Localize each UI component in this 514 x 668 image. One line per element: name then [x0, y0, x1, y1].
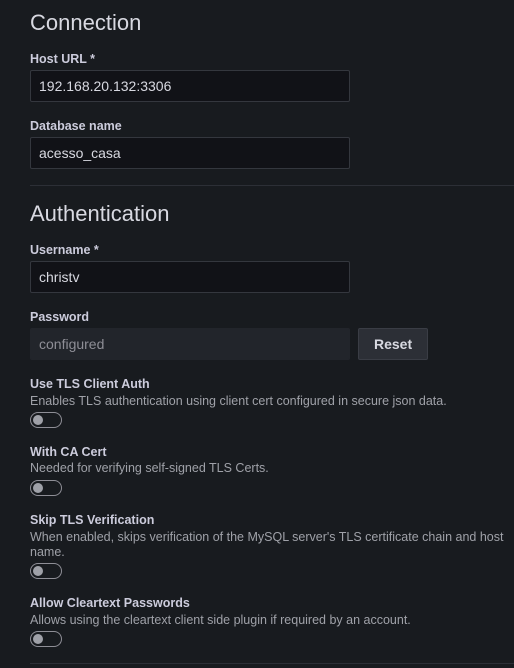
- tls-client-auth-description: Enables TLS authentication using client …: [30, 394, 447, 408]
- skip-tls-verification-label: Skip TLS Verification: [30, 513, 155, 527]
- username-input[interactable]: christv: [30, 261, 350, 293]
- connection-section-title: Connection: [30, 10, 142, 35]
- skip-tls-verification-toggle[interactable]: [30, 563, 62, 579]
- toggle-knob: [33, 634, 43, 644]
- host-url-label: Host URL *: [30, 52, 96, 66]
- ca-cert-description: Needed for verifying self-signed TLS Cer…: [30, 461, 269, 475]
- reset-password-button[interactable]: Reset: [358, 328, 429, 360]
- skip-tls-verification-description: When enabled, skips verification of the …: [30, 530, 504, 559]
- host-url-input[interactable]: 192.168.20.132:3306: [30, 70, 350, 102]
- toggle-knob: [33, 566, 43, 576]
- authentication-section-title: Authentication: [30, 201, 170, 226]
- database-name-label: Database name: [30, 119, 122, 133]
- ca-cert-toggle[interactable]: [30, 480, 62, 496]
- cleartext-passwords-description: Allows using the cleartext client side p…: [30, 613, 411, 627]
- tls-client-auth-toggle[interactable]: [30, 412, 62, 428]
- toggle-knob: [33, 415, 43, 425]
- ca-cert-label: With CA Cert: [30, 445, 107, 459]
- datasource-settings-page: Connection Host URL * 192.168.20.132:330…: [0, 0, 514, 668]
- section-divider: [30, 185, 514, 186]
- tls-client-auth-label: Use TLS Client Auth: [30, 377, 150, 391]
- password-input[interactable]: configured: [30, 328, 350, 360]
- cleartext-passwords-label: Allow Cleartext Passwords: [30, 596, 190, 610]
- bottom-divider: [30, 663, 514, 664]
- cleartext-passwords-toggle[interactable]: [30, 631, 62, 647]
- database-name-input[interactable]: acesso_casa: [30, 137, 350, 169]
- username-label: Username *: [30, 243, 99, 257]
- toggle-knob: [33, 483, 43, 493]
- password-label: Password: [30, 310, 90, 324]
